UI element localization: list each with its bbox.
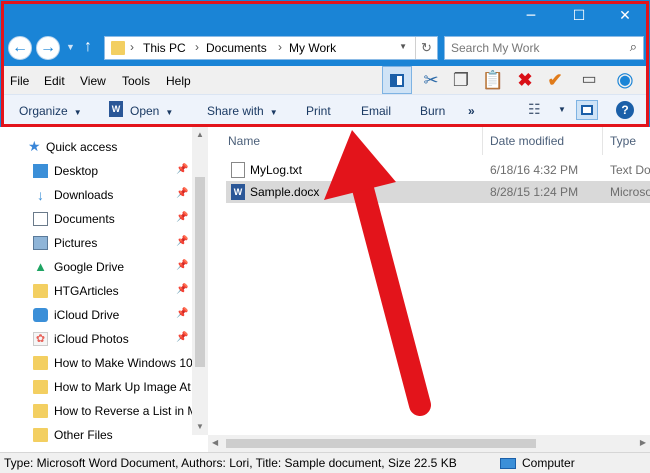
highlight-frame [1, 1, 649, 127]
scroll-down-icon[interactable]: ▼ [192, 419, 208, 435]
pin-icon[interactable]: 📌 [176, 188, 188, 199]
sidebar-item-label: How to Mark Up Image At [54, 380, 191, 394]
navigation-pane: ★ Quick access Desktop 📌 ↓ Downloads 📌 D… [0, 127, 208, 452]
sidebar-item-documents[interactable]: Documents 📌 [0, 207, 192, 231]
file-type: Text Do [610, 163, 650, 177]
sidebar-item-label: Documents [54, 212, 115, 226]
sidebar-item-label: Quick access [46, 140, 118, 154]
sidebar-item-desktop[interactable]: Desktop 📌 [0, 159, 192, 183]
sidebar-item-folder[interactable]: How to Reverse a List in M [0, 399, 192, 423]
sidebar-item-label: How to Reverse a List in M [54, 404, 192, 418]
computer-icon [500, 458, 516, 469]
scroll-left-icon[interactable]: ◀ [212, 438, 218, 447]
file-row[interactable]: MyLog.txt 6/18/16 4:32 PM Text Do [226, 159, 650, 181]
column-header-date-modified[interactable]: Date modified [490, 134, 564, 148]
scroll-right-icon[interactable]: ▶ [640, 438, 646, 447]
sidebar-item-label: HTGArticles [54, 284, 119, 298]
pin-icon[interactable]: 📌 [176, 212, 188, 223]
sidebar-item-label: How to Make Windows 10 [54, 356, 192, 370]
sidebar-item-downloads[interactable]: ↓ Downloads 📌 [0, 183, 192, 207]
sidebar-item-label: iCloud Drive [54, 308, 120, 322]
documents-icon [33, 212, 48, 226]
sidebar-item-folder[interactable]: How to Make Windows 10 [0, 351, 192, 375]
pin-icon[interactable]: 📌 [176, 308, 188, 319]
pin-icon[interactable]: 📌 [176, 332, 188, 343]
folder-icon [33, 404, 48, 418]
scroll-up-icon[interactable]: ▲ [192, 127, 208, 143]
folder-icon [33, 356, 48, 370]
download-icon: ↓ [37, 187, 44, 203]
google-drive-icon: ▲ [34, 259, 47, 274]
file-row-selected[interactable]: W Sample.docx 8/28/15 1:24 PM Microso [226, 181, 650, 203]
text-file-icon [231, 162, 245, 178]
sidebar-item-htgarticles[interactable]: HTGArticles 📌 [0, 279, 192, 303]
pin-icon[interactable]: 📌 [176, 284, 188, 295]
sidebar-item-icloud-photos[interactable]: ✿ iCloud Photos 📌 [0, 327, 192, 351]
sidebar-item-label: iCloud Photos [54, 332, 129, 346]
folder-icon [33, 284, 48, 298]
folder-icon [33, 380, 48, 394]
pictures-icon [33, 236, 48, 250]
sidebar-item-label: Google Drive [54, 260, 125, 274]
file-name: MyLog.txt [250, 163, 303, 177]
desktop-icon [33, 164, 48, 178]
status-bar: Type: Microsoft Word Document, Authors: … [0, 452, 650, 473]
column-header-type[interactable]: Type [610, 134, 636, 148]
sidebar-item-google-drive[interactable]: ▲ Google Drive 📌 [0, 255, 192, 279]
status-size: 22.5 KB [414, 456, 457, 470]
icloud-photos-icon: ✿ [33, 332, 48, 346]
pin-icon[interactable]: 📌 [176, 260, 188, 271]
icloud-icon [33, 308, 48, 322]
column-divider[interactable] [602, 127, 603, 155]
star-icon: ★ [28, 138, 41, 154]
navigation-scrollbar[interactable]: ▲ ▼ [192, 127, 208, 435]
column-divider[interactable] [482, 127, 483, 155]
sidebar-item-icloud-drive[interactable]: iCloud Drive 📌 [0, 303, 192, 327]
pin-icon[interactable]: 📌 [176, 236, 188, 247]
sidebar-item-label: Pictures [54, 236, 98, 250]
status-details: Type: Microsoft Word Document, Authors: … [4, 456, 410, 470]
word-document-icon: W [231, 184, 245, 200]
scrollbar-thumb[interactable] [226, 439, 536, 448]
sidebar-item-pictures[interactable]: Pictures 📌 [0, 231, 192, 255]
file-name: Sample.docx [250, 185, 320, 199]
file-list-scrollbar[interactable]: ◀ ▶ [208, 435, 650, 452]
sidebar-item-label: Downloads [54, 188, 114, 202]
sidebar-item-label: Other Files [54, 428, 113, 442]
pin-icon[interactable]: 📌 [176, 164, 188, 175]
folder-icon [33, 428, 48, 442]
sidebar-item-other-files[interactable]: Other Files [0, 423, 192, 447]
file-date: 8/28/15 1:24 PM [490, 185, 579, 199]
sidebar-item-label: Desktop [54, 164, 99, 178]
file-list: Name Date modified Type MyLog.txt 6/18/1… [218, 127, 650, 435]
file-date: 6/18/16 4:32 PM [490, 163, 579, 177]
file-type: Microso [610, 185, 650, 199]
status-location: Computer [522, 456, 575, 470]
sidebar-item-folder[interactable]: How to Mark Up Image At [0, 375, 192, 399]
column-header-name[interactable]: Name [228, 134, 260, 148]
sidebar-item-quick-access[interactable]: ★ Quick access [0, 135, 192, 159]
scrollbar-thumb[interactable] [195, 177, 205, 367]
